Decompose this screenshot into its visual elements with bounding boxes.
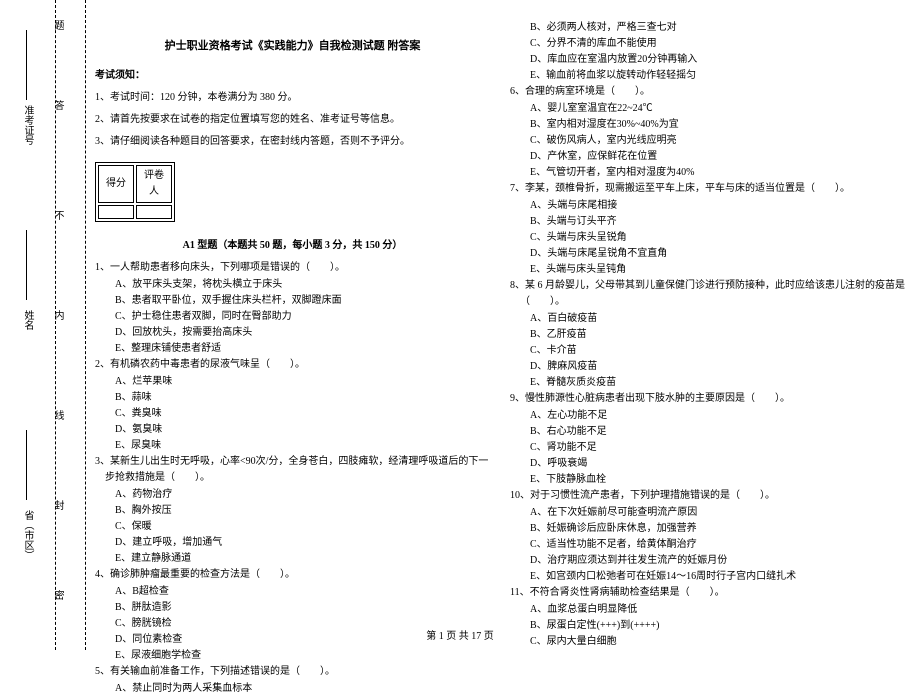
question-option: A、婴儿室室温宜在22~24℃: [510, 101, 905, 117]
question-option: A、药物治疗: [95, 487, 490, 503]
binding-margin: 题 答 不 内 线 封 密 省（市区） 姓名 准考证号: [10, 0, 80, 650]
question-option: C、破伤风病人，室内光线应明亮: [510, 133, 905, 149]
question-option: D、治疗期应须达到并往发生流产的妊娠月份: [510, 553, 905, 569]
question-option: C、粪臭味: [95, 406, 490, 422]
question-option: E、脊髓灰质炎疫苗: [510, 375, 905, 391]
question-option: E、头端与床头呈钝角: [510, 262, 905, 278]
question-option: A、在下次妊娠前尽可能查明流产原因: [510, 505, 905, 521]
field-province-label: 省（市区）: [20, 510, 35, 560]
question-option: A、头端与床尾相接: [510, 198, 905, 214]
question-option: A、烂苹果味: [95, 374, 490, 390]
question-option: B、右心功能不足: [510, 424, 905, 440]
question-option: C、卡介苗: [510, 343, 905, 359]
question-stem: 5、有关输血前准备工作，下列描述错误的是（ ）。: [95, 664, 490, 680]
instruction-line: 2、请首先按要求在试卷的指定位置填写您的姓名、准考证号等信息。: [95, 112, 490, 128]
question-option: E、输血前将血浆以旋转动作轻轻摇匀: [510, 68, 905, 84]
field-ticket-label: 准考证号: [20, 105, 35, 145]
score-value: [98, 205, 134, 219]
question-option: D、回放枕头，按需要抬高床头: [95, 325, 490, 341]
question-stem: 11、不符合肾炎性肾病辅助检查结果是（ ）。: [510, 585, 905, 601]
instruction-line: 3、请仔细阅读各种题目的回答要求，在密封线内答题，否则不予评分。: [95, 134, 490, 150]
page-footer: 第 1 页 共 17 页: [0, 627, 920, 642]
question-stem: 10、对于习惯性流产患者，下列护理措施错误的是（ ）。: [510, 488, 905, 504]
question-stem: 1、一人帮助患者移向床头，下列哪项是错误的（ ）。: [95, 260, 490, 276]
seal-label-4: 内: [50, 310, 65, 326]
question-option: B、患者取平卧位，双手握住床头栏杆，双脚蹬床面: [95, 293, 490, 309]
question-stem: 6、合理的病室环境是（ ）。: [510, 84, 905, 100]
marker-label: 评卷人: [136, 165, 172, 203]
question-option: E、建立静脉通道: [95, 551, 490, 567]
question-option: B、头端与订头平齐: [510, 214, 905, 230]
question-option: A、左心功能不足: [510, 408, 905, 424]
marker-value: [136, 205, 172, 219]
seal-label-7: 题: [50, 20, 65, 36]
question-option: D、氨臭味: [95, 422, 490, 438]
question-option: B、蒜味: [95, 390, 490, 406]
question-option: D、头端与床尾呈锐角不宜直角: [510, 246, 905, 262]
content-area: 护士职业资格考试《实践能力》自我检测试题 附答案 考试须知： 1、考试时间：12…: [95, 20, 905, 610]
question-option: D、脾麻风疫苗: [510, 359, 905, 375]
question-option: A、禁止同时为两人采集血标本: [95, 681, 490, 697]
dashed-line-inner: [85, 0, 86, 650]
seal-label-5: 不: [50, 210, 65, 226]
field-name-line: [26, 230, 27, 300]
question-option: B、妊娠确诊后应卧床休息，加强营养: [510, 521, 905, 537]
question-option: D、呼吸衰竭: [510, 456, 905, 472]
question-option: D、库血应在室温内放置20分钟再输入: [510, 52, 905, 68]
question-option: A、放平床头支架，将枕头横立于床头: [95, 277, 490, 293]
right-questions: B、必须两人核对，严格三查七对C、分界不清的库血不能使用D、库血应在室温内放置2…: [510, 20, 905, 650]
question-option: E、整理床铺使患者舒适: [95, 341, 490, 357]
score-label: 得分: [98, 165, 134, 203]
question-option: A、B超检查: [95, 584, 490, 600]
question-stem: 9、慢性肺源性心脏病患者出现下肢水肿的主要原因是（ ）。: [510, 391, 905, 407]
exam-title: 护士职业资格考试《实践能力》自我检测试题 附答案: [95, 38, 490, 56]
question-option: E、如宫颈内口松弛者可在妊娠14～16周时行子宫内口缝扎术: [510, 569, 905, 585]
question-option: C、护士稳住患者双脚，同时在臀部助力: [95, 309, 490, 325]
instruction-line: 1、考试时间：120 分钟，本卷满分为 380 分。: [95, 90, 490, 106]
question-option: E、下肢静脉血栓: [510, 472, 905, 488]
question-option: B、乙肝疫苗: [510, 327, 905, 343]
question-option: E、尿臭味: [95, 438, 490, 454]
question-option: C、肾功能不足: [510, 440, 905, 456]
question-option: C、保暖: [95, 519, 490, 535]
question-stem: 3、某新生儿出生时无呼吸，心率<90次/分，全身苍白，四肢瘫软，经清理呼吸道后的…: [95, 454, 490, 486]
score-table: 得分 评卷人: [95, 162, 175, 222]
seal-label-3: 线: [50, 410, 65, 426]
seal-label-6: 答: [50, 100, 65, 116]
question-option: B、胼肽造影: [95, 600, 490, 616]
question-stem: 8、某 6 月龄婴儿，父母带其到儿童保健门诊进行预防接种，此时应给该患儿注射的疫…: [510, 278, 905, 310]
question-option: C、分界不清的库血不能使用: [510, 36, 905, 52]
question-option: C、头端与床头呈锐角: [510, 230, 905, 246]
seal-label-2: 封: [50, 500, 65, 516]
left-column: 护士职业资格考试《实践能力》自我检测试题 附答案 考试须知： 1、考试时间：12…: [95, 20, 490, 610]
question-option: A、百白破疫苗: [510, 311, 905, 327]
question-option: E、气管切开者，室内相对湿度为40%: [510, 165, 905, 181]
field-name-label: 姓名: [20, 310, 35, 330]
field-ticket-line: [26, 30, 27, 100]
question-option: D、产休室，应保鲜花在位置: [510, 149, 905, 165]
question-stem: 4、确诊肺肿瘤最重要的检查方法是（ ）。: [95, 567, 490, 583]
question-option: C、适当性功能不足者，给黄体酮治疗: [510, 537, 905, 553]
question-option: B、必须两人核对，严格三查七对: [510, 20, 905, 36]
question-option: B、胸外按压: [95, 503, 490, 519]
field-province-line: [26, 430, 27, 500]
right-column: B、必须两人核对，严格三查七对C、分界不清的库血不能使用D、库血应在室温内放置2…: [510, 20, 905, 610]
question-option: B、室内相对湿度在30%~40%为宜: [510, 117, 905, 133]
question-stem: 7、李某，颈椎骨折，现需搬运至平车上床，平车与床的适当位置是（ ）。: [510, 181, 905, 197]
question-stem: 2、有机磷农药中毒患者的尿液气味呈（ ）。: [95, 357, 490, 373]
notice-head: 考试须知：: [95, 68, 490, 84]
instructions-block: 1、考试时间：120 分钟，本卷满分为 380 分。 2、请首先按要求在试卷的指定…: [95, 90, 490, 150]
question-option: A、血浆总蛋白明显降低: [510, 602, 905, 618]
seal-label-1: 密: [50, 590, 65, 606]
question-option: D、建立呼吸，增加通气: [95, 535, 490, 551]
section-a1-title: A1 型题（本题共 50 题，每小题 3 分，共 150 分）: [95, 238, 490, 254]
